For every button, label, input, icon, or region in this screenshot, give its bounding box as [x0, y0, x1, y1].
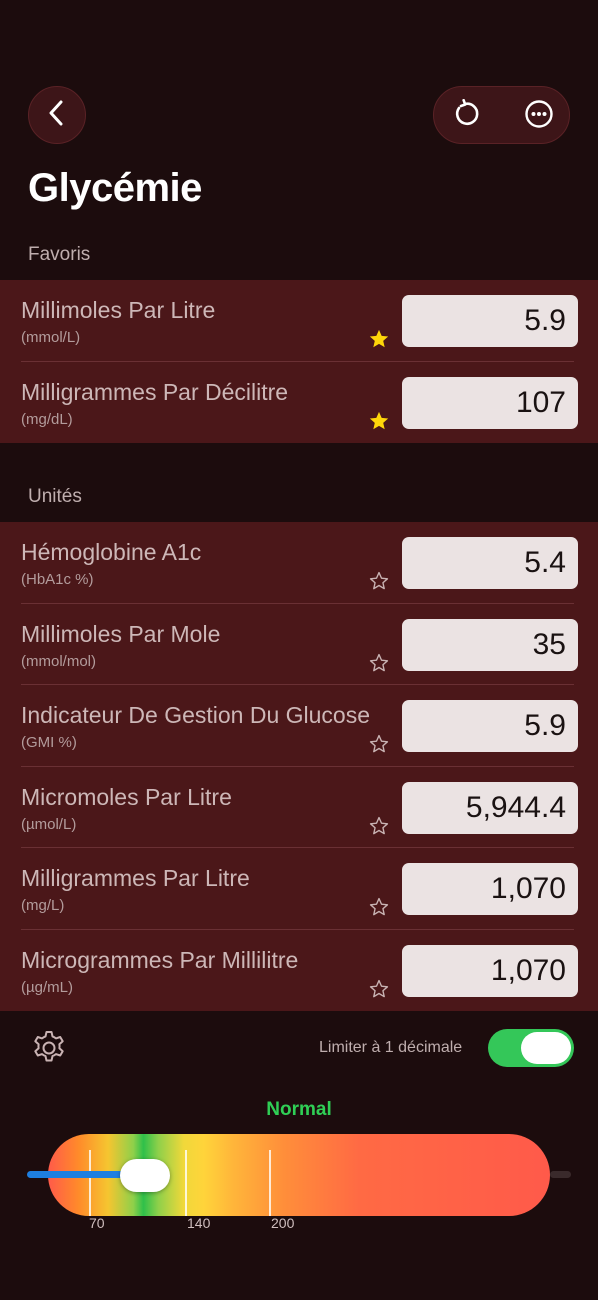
list-item: Micromoles Par Litre (µmol/L) 5,944.4 — [0, 767, 598, 848]
gauge-tick-line — [269, 1150, 271, 1216]
unit-name: Microgrammes Par Millilitre — [21, 946, 299, 973]
back-button[interactable] — [28, 86, 86, 144]
slider-track — [550, 1171, 571, 1178]
value-field[interactable]: 1,070 — [402, 863, 578, 915]
favorites-section: Millimoles Par Litre (mmol/L) 5.9 Millig… — [0, 280, 598, 443]
list-item: Milligrammes Par Litre (mg/L) 1,070 — [0, 848, 598, 930]
unit-abbrev: (GMI %) — [21, 734, 77, 751]
list-item: Indicateur De Gestion Du Glucose (GMI %)… — [0, 685, 598, 767]
unit-abbrev: (µg/mL) — [21, 978, 73, 996]
star-outline-icon[interactable] — [368, 978, 390, 1000]
gauge-tick-line — [185, 1150, 187, 1216]
chevron-left-icon — [46, 100, 68, 131]
star-outline-icon[interactable] — [368, 570, 390, 592]
reset-button[interactable] — [436, 87, 494, 145]
units-section-label: Unités — [28, 486, 82, 507]
star-outline-icon[interactable] — [368, 733, 390, 755]
status-label: Normal — [266, 1099, 332, 1120]
toggle-knob — [521, 1032, 571, 1064]
unit-name: Millimoles Par Mole — [21, 620, 221, 647]
list-item: Hémoglobine A1c (HbA1c %) 5.4 — [0, 522, 598, 604]
star-filled-icon[interactable] — [368, 328, 390, 350]
list-item: Milligrammes Par Décilitre (mg/dL) 107 — [0, 362, 598, 444]
units-section: Hémoglobine A1c (HbA1c %) 5.4 Millimoles… — [0, 522, 598, 1011]
gauge-tick-label: 200 — [271, 1215, 295, 1231]
unit-name: Millimoles Par Litre — [21, 297, 216, 323]
list-item: Millimoles Par Mole (mmol/mol) 35 — [0, 604, 598, 685]
value-field[interactable]: 1,070 — [402, 944, 578, 997]
limit-decimal-toggle[interactable] — [488, 1029, 574, 1067]
value-field[interactable]: 5.9 — [402, 295, 578, 347]
gauge-tick-line — [89, 1150, 91, 1216]
unit-abbrev: (mg/L) — [21, 897, 65, 914]
unit-name: Hémoglobine A1c — [21, 539, 202, 565]
star-outline-icon[interactable] — [368, 652, 390, 674]
gauge-tick-label: 140 — [187, 1215, 211, 1231]
more-button[interactable] — [510, 87, 568, 145]
more-icon — [524, 99, 554, 134]
unit-abbrev: (mg/dL) — [21, 410, 73, 428]
value-field[interactable]: 5.9 — [402, 700, 578, 752]
star-outline-icon[interactable] — [368, 815, 390, 837]
favorites-section-label: Favoris — [28, 244, 91, 265]
reset-icon — [450, 98, 480, 134]
star-filled-icon[interactable] — [368, 410, 390, 432]
unit-abbrev: (mmol/mol) — [21, 652, 96, 670]
unit-abbrev: (mmol/L) — [21, 329, 81, 346]
slider-thumb[interactable] — [120, 1159, 170, 1192]
unit-abbrev: (HbA1c %) — [21, 571, 94, 588]
value-field[interactable]: 5.4 — [402, 537, 578, 589]
page-title: Glycémie — [28, 166, 202, 210]
list-item: Millimoles Par Litre (mmol/L) 5.9 — [0, 280, 598, 362]
value-field[interactable]: 107 — [402, 376, 578, 429]
unit-abbrev: (µmol/L) — [21, 815, 77, 833]
list-item: Microgrammes Par Millilitre (µg/mL) 1,07… — [0, 930, 598, 1012]
unit-name: Milligrammes Par Décilitre — [21, 378, 289, 405]
star-outline-icon[interactable] — [368, 896, 390, 918]
limit-decimal-label: Limiter à 1 décimale — [319, 1039, 463, 1056]
header-actions — [433, 86, 570, 144]
value-field[interactable]: 5,944.4 — [402, 781, 578, 834]
gear-icon[interactable] — [29, 1028, 69, 1068]
gauge-tick-label: 70 — [89, 1215, 105, 1231]
value-field[interactable]: 35 — [402, 618, 578, 671]
unit-name: Micromoles Par Litre — [21, 783, 232, 810]
unit-name: Indicateur De Gestion Du Glucose — [21, 702, 371, 728]
unit-name: Milligrammes Par Litre — [21, 865, 250, 891]
